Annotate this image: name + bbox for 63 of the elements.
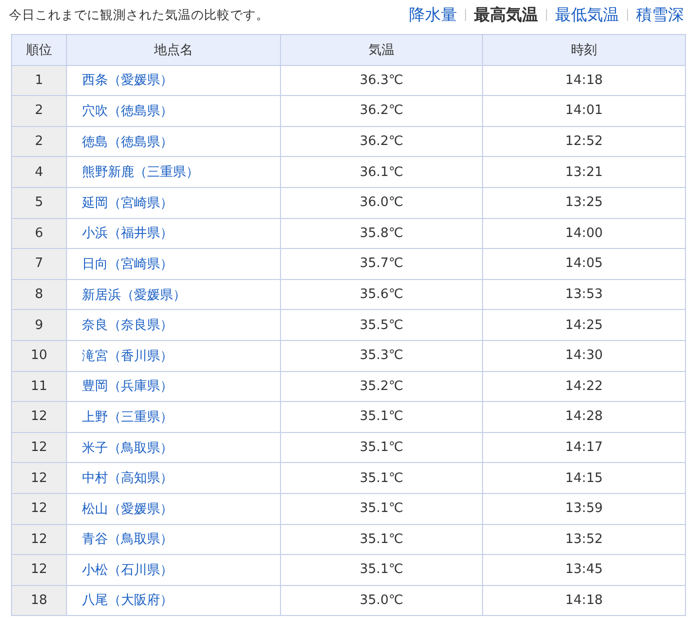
temperature-cell: 35.8℃ [280,218,482,249]
rank-cell: 11 [12,371,66,402]
temperature-cell: 36.2℃ [280,96,482,126]
rank-cell: 7 [12,248,66,280]
temperature-cell: 35.7℃ [280,248,482,280]
column-header: 順位 [12,34,66,66]
temperature-cell: 35.1℃ [280,524,482,555]
temperature-cell: 35.1℃ [280,493,482,524]
temperature-cell: 35.1℃ [280,462,482,494]
column-header: 地点名 [66,34,280,66]
time-cell: 13:53 [482,279,686,310]
temperature-cell: 35.1℃ [280,402,482,432]
rank-cell: 12 [12,402,66,432]
rank-cell: 18 [12,585,66,616]
column-header: 気温 [280,34,482,66]
time-cell: 14:18 [482,65,686,96]
rank-cell: 9 [12,310,66,340]
rank-cell: 8 [12,279,66,310]
rank-cell: 4 [12,156,66,188]
temperature-cell: 36.2℃ [280,126,482,157]
time-cell: 14:22 [482,371,686,402]
temperature-cell: 36.1℃ [280,156,482,188]
time-cell: 13:25 [482,187,686,218]
time-cell: 14:17 [482,432,686,463]
temperature-cell: 35.0℃ [280,585,482,616]
rank-cell: 1 [12,65,66,96]
time-cell: 13:52 [482,524,686,555]
temperature-cell: 35.2℃ [280,371,482,402]
time-cell: 14:28 [482,402,686,432]
time-cell: 13:59 [482,493,686,524]
temperature-cell: 35.3℃ [280,340,482,372]
rank-cell: 6 [12,218,66,249]
rank-cell: 2 [12,96,66,126]
time-cell: 14:25 [482,310,686,340]
rank-cell: 10 [12,340,66,372]
temperature-cell: 36.3℃ [280,65,482,96]
rank-cell: 5 [12,187,66,218]
rank-cell: 12 [12,524,66,555]
category-tab[interactable]: 積雪深 [636,4,684,26]
rank-cell: 12 [12,554,66,586]
time-cell: 13:45 [482,554,686,586]
rank-cell: 12 [12,462,66,494]
temperature-cell: 35.1℃ [280,432,482,463]
category-tab[interactable]: 降水量 [409,4,457,26]
time-cell: 14:15 [482,462,686,494]
time-cell: 14:30 [482,340,686,372]
column-header: 時刻 [482,34,686,66]
intro-text: 今日これまでに観測された気温の比較です。 [9,6,269,24]
time-cell: 13:21 [482,156,686,188]
rank-cell: 12 [12,432,66,463]
time-cell: 14:00 [482,218,686,249]
temperature-cell: 35.6℃ [280,279,482,310]
category-tab[interactable]: 最低気温 [555,4,619,26]
time-cell: 14:18 [482,585,686,616]
temperature-cell: 36.0℃ [280,187,482,218]
temperature-cell: 35.5℃ [280,310,482,340]
time-cell: 14:01 [482,96,686,126]
temperature-cell: 35.1℃ [280,554,482,586]
time-cell: 14:05 [482,248,686,280]
category-tab[interactable]: 最高気温 [474,4,538,26]
time-cell: 12:52 [482,126,686,157]
rank-cell: 2 [12,126,66,157]
rank-cell: 12 [12,493,66,524]
